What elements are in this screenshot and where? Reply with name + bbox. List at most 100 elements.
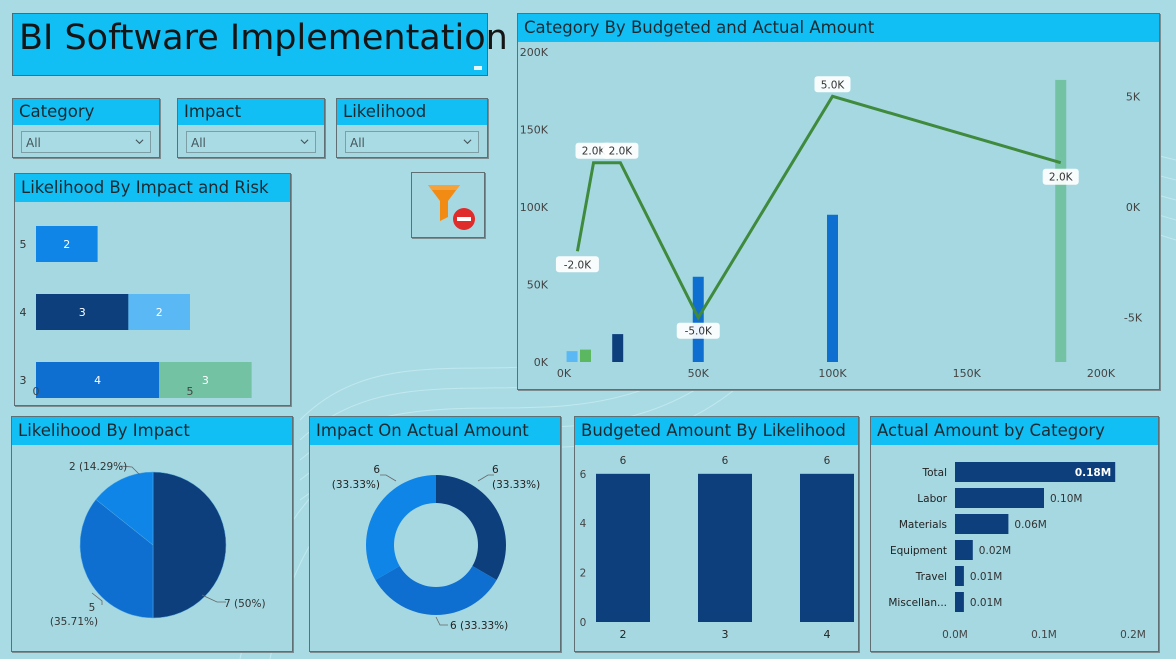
data-label: 5: [89, 602, 96, 614]
data-label: 6: [373, 464, 380, 476]
data-label: 2 (14.29%): [69, 461, 127, 473]
hbar-bar: [955, 488, 1044, 508]
x-tick-label: 0K: [557, 367, 572, 380]
chart-title: Category By Budgeted and Actual Amount: [518, 14, 1159, 42]
combo-bar: [566, 351, 578, 362]
leader-line: [380, 474, 397, 482]
chart-title: Likelihood By Impact: [12, 417, 292, 445]
hbar-bar: [955, 514, 1009, 534]
data-label: 2: [63, 238, 70, 251]
y-tick-label: 50K: [527, 279, 549, 292]
data-label: 0.06M: [1014, 519, 1046, 531]
y-tick-label: 5: [20, 238, 27, 251]
y-tick-label: 200K: [520, 46, 549, 59]
slicer-likelihood: Likelihood All: [336, 98, 488, 158]
resize-grip-icon[interactable]: [474, 66, 482, 70]
donut-slice: [375, 566, 497, 615]
x-tick-label: 150K: [953, 367, 982, 380]
pie-slice: [152, 471, 227, 619]
y-tick-label: 4: [20, 306, 27, 319]
data-label: 6: [722, 455, 729, 467]
y-tick-label: 0K: [534, 356, 549, 369]
y-tick-label: Total: [921, 467, 947, 479]
leader-line: [201, 594, 226, 603]
combo-chart: 0K 50K 100K 150K 200K 0K 50K 100K 150K 200K -5K 0K 5…: [520, 46, 1143, 380]
data-label: 6: [492, 464, 499, 476]
chart-title: Budgeted Amount By Likelihood: [575, 417, 858, 445]
impact-on-actual-card: Impact On Actual Amount 6 (33.33%) 6 (33.3…: [309, 416, 561, 652]
chart-title: Actual Amount by Category: [871, 417, 1158, 445]
x-tick-label: 0.2M: [1120, 629, 1146, 641]
data-label: 3: [202, 374, 209, 387]
y-tick-label: 100K: [520, 201, 549, 214]
y-tick-label: Equipment: [890, 545, 947, 557]
data-label: 4: [94, 374, 101, 387]
y2-tick-label: 5K: [1126, 90, 1141, 103]
data-label: 2: [156, 306, 163, 319]
slicer-category: Category All: [12, 98, 160, 158]
x-tick-label: 0.1M: [1031, 629, 1057, 641]
data-label: 7 (50%): [224, 598, 266, 610]
slicer-label: Impact: [178, 99, 324, 125]
column-bar: [800, 473, 854, 622]
hbar-bar: [955, 540, 973, 560]
chevron-down-icon: [300, 139, 309, 145]
category-budget-actual-card: Category By Budgeted and Actual Amount 0…: [517, 13, 1160, 390]
data-label: (33.33%): [332, 479, 380, 491]
column-bar: [698, 473, 752, 622]
likelihood-by-impact-risk-card: Likelihood By Impact and Risk 5243234305: [14, 173, 291, 406]
data-label: 6: [620, 455, 627, 467]
x-tick-label: 0.0M: [942, 629, 968, 641]
data-label: 0.10M: [1050, 493, 1082, 505]
chevron-down-icon: [463, 139, 472, 145]
chevron-down-icon: [135, 139, 144, 145]
x-tick-label: 5: [187, 385, 194, 398]
data-label: 0.02M: [979, 545, 1011, 557]
data-label: 0.18M: [1075, 467, 1111, 479]
y2-tick-label: 0K: [1126, 201, 1141, 214]
y-tick-label: Miscellan...: [888, 597, 947, 609]
combo-bar: [827, 214, 838, 362]
y-tick-label: Materials: [899, 519, 947, 531]
clear-filters-button[interactable]: [411, 172, 485, 238]
y-tick-label: 3: [20, 374, 27, 387]
y-tick-label: Travel: [915, 571, 947, 583]
data-label: 6: [824, 455, 831, 467]
data-label: (35.71%): [50, 616, 98, 628]
dropdown-value: All: [26, 136, 41, 150]
y-tick-label: 4: [580, 518, 587, 530]
data-label: 5.0K: [821, 79, 846, 91]
likelihood-by-impact-card: Likelihood By Impact 7 (50%) 5 (35.71%) 2 (…: [11, 416, 293, 652]
combo-bar: [1055, 79, 1067, 363]
stacked-bar-chart: 5 24 3 23 4 30 5: [20, 226, 252, 398]
chart-title: Likelihood By Impact and Risk: [15, 174, 290, 202]
category-dropdown[interactable]: All: [21, 131, 151, 153]
impact-dropdown[interactable]: All: [186, 131, 316, 153]
y-tick-label: 2: [580, 568, 587, 580]
x-tick-label: 200K: [1087, 367, 1116, 380]
dropdown-value: All: [350, 136, 365, 150]
column-chart: 0 2 4 6 6 2 6 3 6 4: [580, 455, 854, 641]
slicer-label: Likelihood: [337, 99, 487, 125]
data-label: 6 (33.33%): [450, 620, 508, 632]
data-label: 0.01M: [970, 571, 1002, 583]
horizontal-bar-chart: Total 0.18M Labor 0.10M Materials 0.06M Equipm…: [888, 462, 1146, 641]
leader-line: [435, 616, 448, 626]
data-label: 2.0K: [1049, 172, 1074, 184]
data-label: -5.0K: [685, 326, 713, 338]
donut-chart: 6 (33.33%) 6 (33.33%) 6 (33.33%): [332, 464, 540, 632]
x-tick-label: 4: [824, 628, 831, 641]
hbar-bar: [955, 592, 964, 612]
slicer-impact: Impact All: [177, 98, 325, 158]
y2-tick-label: -5K: [1124, 312, 1143, 325]
pie-chart: 7 (50%) 5 (35.71%) 2 (14.29%): [50, 461, 266, 628]
actual-by-category-card: Actual Amount by Category Total 0.18M Labo…: [870, 416, 1159, 652]
likelihood-dropdown[interactable]: All: [345, 131, 479, 153]
x-tick-label: 0: [33, 385, 40, 398]
series-line: [575, 94, 1062, 321]
data-label: 3: [79, 306, 86, 319]
x-tick-label: 3: [722, 628, 729, 641]
clear-filters-icon: [428, 185, 475, 230]
report-title-card: BI Software Implementation: [12, 13, 508, 76]
combo-bar: [579, 349, 591, 362]
